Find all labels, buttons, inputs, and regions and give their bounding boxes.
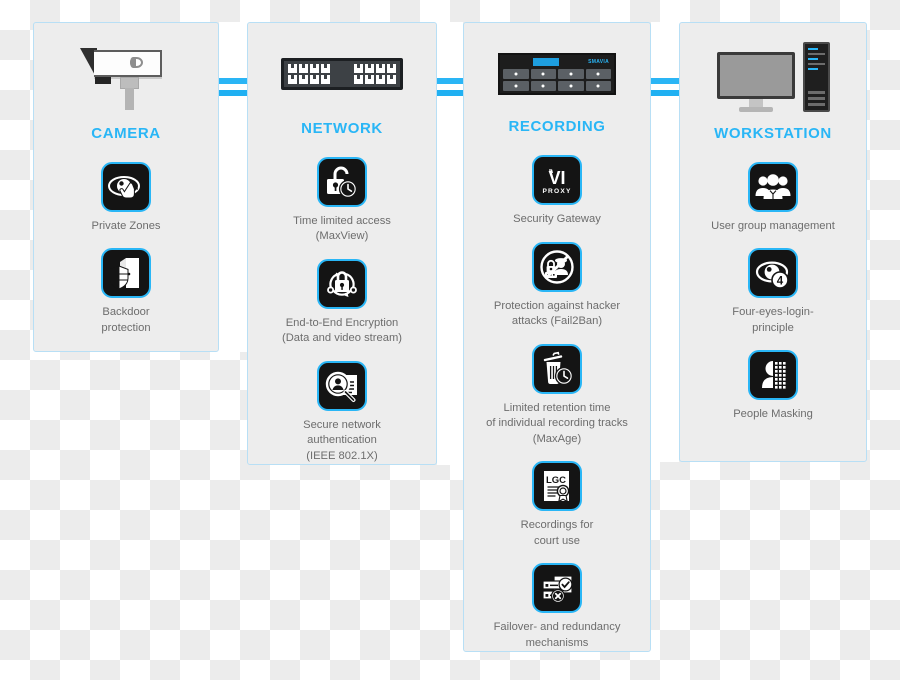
feature-label: Backdoor protection <box>101 306 151 334</box>
column-recording: SMAVIA RECORDING VI PROXY Security Gatew… <box>463 22 651 652</box>
column-network: NETWORK Time limited access (MaxView) En… <box>247 22 437 465</box>
magnifier-id-card-icon <box>317 360 367 411</box>
lgc-certificate-icon: LGC <box>532 461 582 512</box>
padlock-cycle-icon <box>317 258 367 309</box>
feature-label: User group management <box>711 220 835 232</box>
connector-camera-to-network-upper <box>219 78 247 84</box>
nvr-server-icon: SMAVIA <box>498 52 616 95</box>
vi-proxy-logo-icon: VI PROXY <box>532 155 582 206</box>
no-hacker-icon <box>532 241 582 292</box>
column-workstation: WORKSTATION User group management 4 Four… <box>679 22 867 462</box>
column-camera: CAMERA Private Zones Backdoor protection <box>33 22 219 352</box>
svg-text:PROXY: PROXY <box>542 188 571 195</box>
feature-label: People Masking <box>733 408 813 421</box>
column-title-recording: RECORDING <box>508 118 606 136</box>
failover-servers-icon <box>532 563 582 614</box>
svg-text:4: 4 <box>777 276 784 288</box>
camera-device-art <box>34 33 218 121</box>
connector-backdrop-3 <box>651 22 679 462</box>
desktop-computer-icon <box>716 42 830 112</box>
feature-failover-redundancy[interactable]: Failover- and redundancy mechanisms <box>464 563 650 651</box>
connector-recording-to-workstation-lower <box>651 90 679 96</box>
feature-label: Failover- and redundancy mechanisms <box>493 621 621 649</box>
feature-private-zones[interactable]: Private Zones <box>34 162 218 234</box>
door-shield-icon <box>101 248 151 299</box>
feature-limited-retention-time[interactable]: Limited retention time of individual rec… <box>464 343 650 447</box>
connector-backdrop-1 <box>219 22 247 352</box>
svg-text:VI: VI <box>548 168 565 188</box>
connector-camera-to-network-lower <box>219 90 247 96</box>
unlocked-padlock-clock-icon <box>317 156 367 207</box>
feature-backdoor-protection[interactable]: Backdoor protection <box>34 248 218 336</box>
connector-recording-to-workstation-upper <box>651 78 679 84</box>
feature-label: Secure network authentication (IEEE 802.… <box>303 418 381 462</box>
feature-user-group-management[interactable]: User group management <box>680 162 866 234</box>
feature-label: Protection against hacker attacks (Fail2… <box>493 299 621 328</box>
recording-device-art: SMAVIA <box>464 33 650 114</box>
feature-label: End-to-End Encryption (Data and video st… <box>281 316 402 345</box>
feature-four-eyes-principle[interactable]: 4 Four-eyes-login- principle <box>680 248 866 336</box>
column-title-camera: CAMERA <box>91 125 161 142</box>
feature-secure-network-authentication[interactable]: Secure network authentication (IEEE 802.… <box>248 360 436 464</box>
feature-label: Private Zones <box>91 220 161 232</box>
feature-label: Security Gateway <box>513 213 601 226</box>
column-title-workstation: WORKSTATION <box>714 125 832 142</box>
feature-label: Four-eyes-login- principle <box>732 306 814 334</box>
diagram-canvas: CAMERA Private Zones Backdoor protection… <box>0 0 900 680</box>
feature-label: Limited retention time of individual rec… <box>486 401 628 445</box>
eye-four-icon: 4 <box>748 248 798 299</box>
connector-network-to-recording-lower <box>437 90 463 96</box>
column-title-network: NETWORK <box>301 119 383 137</box>
svg-text:LGC: LGC <box>546 475 566 486</box>
network-switch-icon <box>281 58 403 91</box>
feature-end-to-end-encryption[interactable]: End-to-End Encryption (Data and video st… <box>248 258 436 347</box>
trash-clock-icon <box>532 343 582 394</box>
feature-hacker-protection[interactable]: Protection against hacker attacks (Fail2… <box>464 241 650 330</box>
people-masking-icon <box>748 350 798 401</box>
feature-court-use-recordings[interactable]: LGC Recordings for court use <box>464 461 650 549</box>
feature-people-masking[interactable]: People Masking <box>680 350 866 422</box>
feature-label: Time limited access (MaxView) <box>293 214 391 243</box>
workstation-device-art <box>680 33 866 121</box>
nvr-brand-label: SMAVIA <box>588 59 609 66</box>
connector-backdrop-2 <box>437 22 463 465</box>
feature-security-gateway[interactable]: VI PROXY Security Gateway <box>464 155 650 227</box>
eye-hand-privacy-icon <box>101 162 151 212</box>
network-device-art <box>248 33 436 116</box>
security-camera-icon <box>78 44 174 110</box>
feature-time-limited-access[interactable]: Time limited access (MaxView) <box>248 156 436 245</box>
feature-label: Recordings for court use <box>520 519 594 547</box>
connector-network-to-recording-upper <box>437 78 463 84</box>
user-group-icon <box>748 162 798 212</box>
